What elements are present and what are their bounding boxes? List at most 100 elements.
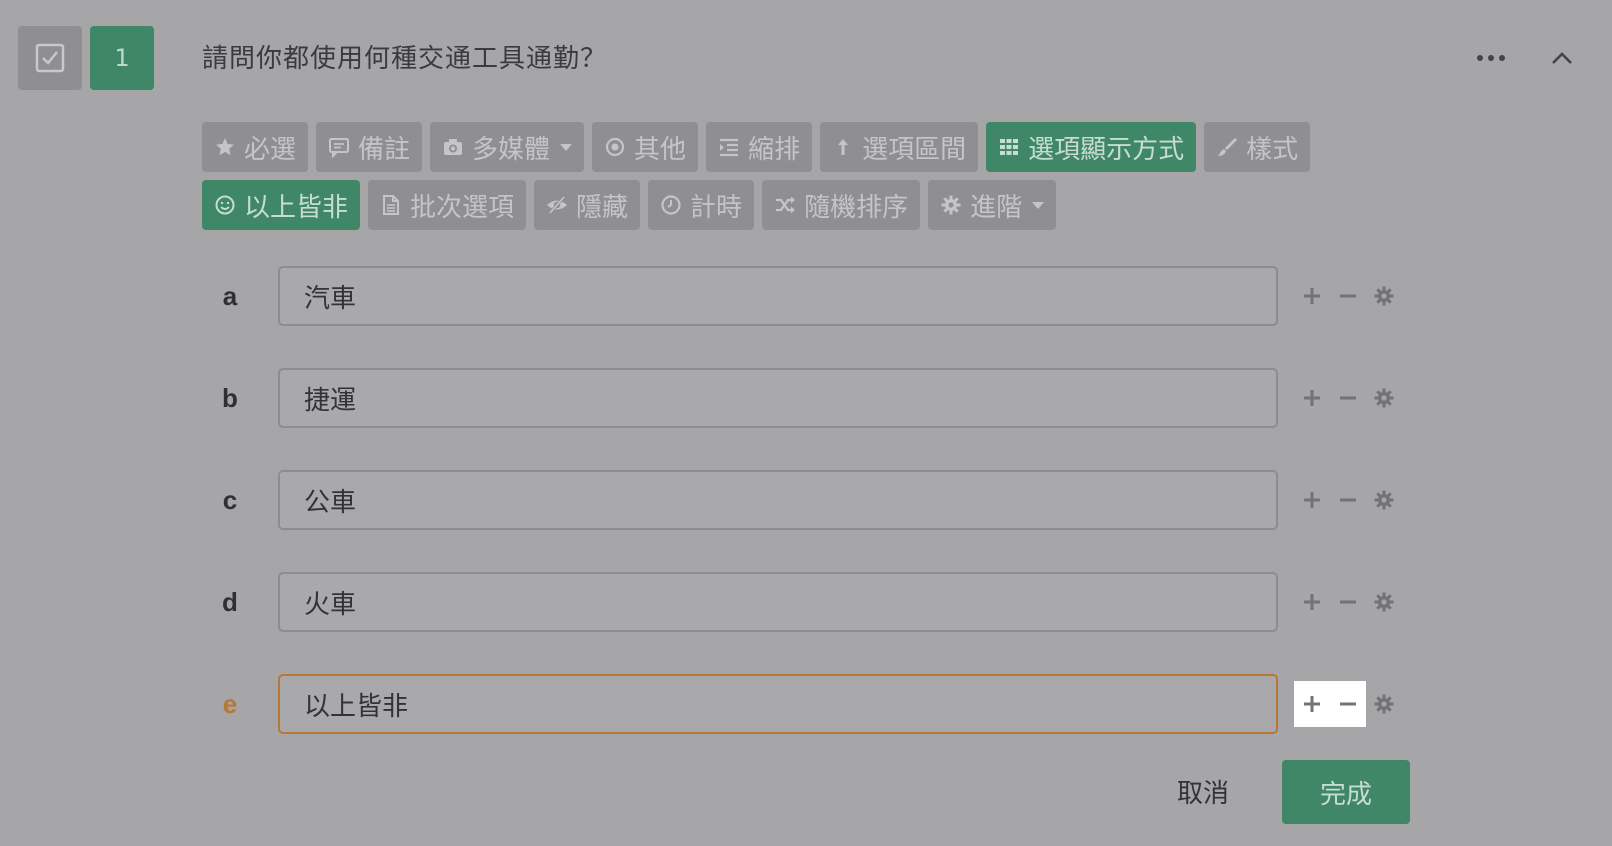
toolbar-button-radio-dot[interactable]: 其他 [592,122,699,172]
gear-icon [941,195,961,215]
plus-icon [1304,594,1320,610]
option-add-remove [1294,482,1366,518]
minus-icon [1340,600,1356,604]
gear-icon [1374,286,1394,306]
option-input[interactable]: 捷運 [278,368,1278,428]
option-add-remove [1294,278,1366,314]
option-actions [1294,266,1402,326]
option-actions [1294,368,1402,428]
remove-option-button[interactable] [1330,380,1366,416]
more-options-button[interactable] [1474,44,1508,72]
remove-option-button[interactable] [1330,482,1366,518]
remove-option-button[interactable] [1330,584,1366,620]
option-row: d 火車 [202,572,1422,632]
toolbar-button-shuffle[interactable]: 隨機排序 [762,180,921,230]
option-letter: b [222,382,238,413]
toolbar-button-smile[interactable]: 以上皆非 [202,180,361,230]
toolbar-button-label: 其他 [634,134,687,165]
toolbar-button-camera[interactable]: 多媒體 [430,122,585,172]
eye-slash-icon [547,196,568,214]
toolbar-row-2: 以上皆非 批次選項 隱藏 計時 隨機排序 進階 [202,180,1422,230]
gear-icon [1374,592,1394,612]
toolbar-button-grid[interactable]: 選項顯示方式 [986,122,1197,172]
toolbar-button-label: 批次選項 [410,192,515,223]
ellipsis-icon [1477,55,1483,61]
clock-icon [661,195,681,215]
question-title[interactable]: 請問你都使用何種交通工具通勤？ [202,38,607,75]
toolbar-button-label: 必選 [244,134,297,165]
toolbar-button-eye-slash[interactable]: 隱藏 [534,180,641,230]
ellipsis-dot [1499,55,1505,61]
add-option-button[interactable] [1294,278,1330,314]
toolbar-button-clock[interactable]: 計時 [648,180,755,230]
caret-down-icon [560,143,573,151]
arrow-up-icon [838,139,849,155]
add-option-button[interactable] [1294,380,1330,416]
remove-option-button[interactable] [1330,686,1366,722]
option-add-remove [1294,584,1366,620]
question-type-checkbox[interactable] [18,26,82,90]
add-option-button[interactable] [1294,686,1330,722]
option-actions [1294,572,1402,632]
minus-icon [1340,498,1356,502]
add-option-button[interactable] [1294,482,1330,518]
remove-option-button[interactable] [1330,278,1366,314]
shuffle-icon [776,196,796,214]
plus-icon [1304,696,1320,712]
toolbar-button-arrow-up[interactable]: 選項區間 [820,122,979,172]
toolbar-button-comment[interactable]: 備註 [316,122,423,172]
toolbar-button-label: 選項顯示方式 [1028,134,1185,165]
toolbar-button-label: 以上皆非 [244,192,349,223]
option-settings-button[interactable] [1366,686,1402,722]
option-row: a 汽車 [202,266,1422,326]
grid-icon [1000,139,1019,155]
option-letter: d [222,586,238,617]
option-input[interactable]: 以上皆非 [278,674,1278,734]
option-input[interactable]: 汽車 [278,266,1278,326]
star-icon [216,138,234,156]
done-button[interactable]: 完成 [1282,760,1410,824]
question-toolbar: 必選 備註 多媒體 其他 縮排 選項區間 選項顯示方式 樣式 以上皆非 批次選項 隱藏 計時 隨機排序… [202,122,1422,238]
option-actions [1294,674,1402,734]
minus-icon [1340,294,1356,298]
toolbar-button-indent[interactable]: 縮排 [706,122,813,172]
option-input[interactable]: 火車 [278,572,1278,632]
option-input[interactable]: 公車 [278,470,1278,530]
comment-icon [329,138,350,158]
option-row: b 捷運 [202,368,1422,428]
option-settings-button[interactable] [1366,482,1402,518]
toolbar-button-document[interactable]: 批次選項 [368,180,527,230]
toolbar-button-label: 縮排 [748,134,801,165]
plus-icon [1304,288,1320,304]
checkbox-checked-icon [35,43,65,73]
toolbar-button-gear[interactable]: 進階 [928,180,1057,230]
toolbar-button-label: 選項區間 [862,134,967,165]
option-actions [1294,470,1402,530]
option-settings-button[interactable] [1366,278,1402,314]
gear-icon [1374,388,1394,408]
toolbar-button-label: 樣式 [1246,134,1299,165]
question-number: 1 [90,26,154,90]
cancel-button[interactable]: 取消 [1160,760,1246,822]
toolbar-button-label: 計時 [690,192,743,223]
toolbar-button-label: 隱藏 [576,192,629,223]
add-option-button[interactable] [1294,584,1330,620]
toolbar-button-label: 備註 [358,134,411,165]
toolbar-button-brush[interactable]: 樣式 [1204,122,1311,172]
option-settings-button[interactable] [1366,380,1402,416]
option-letter: a [222,280,238,311]
toolbar-button-label: 進階 [970,192,1023,223]
question-editor: 1 請問你都使用何種交通工具通勤？ 必選 備註 多媒體 其他 縮排 選項區間 選項顯示方式 樣… [0,0,1612,846]
chevron-up-icon [1552,52,1572,64]
option-settings-button[interactable] [1366,584,1402,620]
collapse-button[interactable] [1548,44,1576,72]
smile-icon [215,195,235,215]
gear-icon [1374,694,1394,714]
toolbar-button-star[interactable]: 必選 [202,122,309,172]
brush-icon [1218,138,1238,156]
minus-icon [1340,702,1356,706]
option-row: c 公車 [202,470,1422,530]
camera-icon [444,139,463,155]
plus-icon [1304,390,1320,406]
option-add-remove [1294,681,1366,727]
